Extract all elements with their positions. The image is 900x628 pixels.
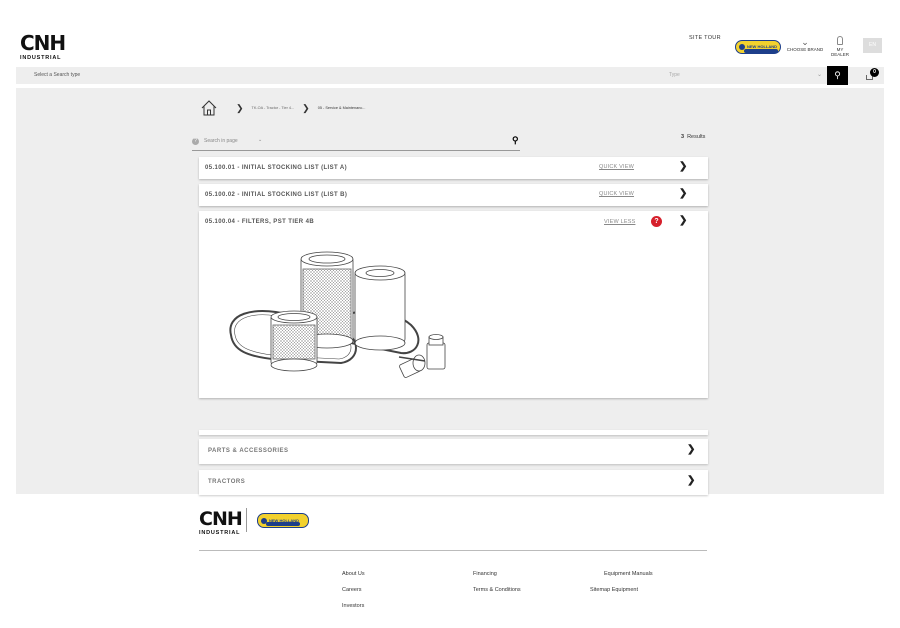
results-label: Results xyxy=(687,134,706,140)
chevron-down-icon[interactable]: ⌄ xyxy=(817,71,822,78)
site-header: CNH INDUSTRIAL SITE TOUR NEW HOLLAND ⌄ C… xyxy=(0,0,900,66)
breadcrumb-item[interactable]: TK-OA - Tractor - Tier 4... xyxy=(252,106,295,110)
footer-link-about-us[interactable]: About Us xyxy=(342,571,365,577)
chevron-right-icon[interactable]: ❯ xyxy=(679,215,687,226)
logo-text: CNH xyxy=(20,31,66,55)
view-less-link[interactable]: VIEW LESS xyxy=(604,219,635,225)
footer-logos: CNH INDUSTRIAL NEW HOLLAND xyxy=(199,508,309,537)
quick-view-link[interactable]: QUICK VIEW xyxy=(599,164,634,170)
site-tour-link[interactable]: SITE TOUR xyxy=(689,35,721,41)
cart-count-badge: 0 xyxy=(870,68,879,77)
section-divider xyxy=(199,430,708,435)
help-badge[interactable]: ? xyxy=(651,216,662,227)
quick-view-link[interactable]: QUICK VIEW xyxy=(599,191,634,197)
help-icon[interactable]: ? xyxy=(192,138,199,145)
list-item[interactable]: 05.100.01 - INITIAL STOCKING LIST (LIST … xyxy=(199,157,708,179)
breadcrumb-item-current[interactable]: 05 - Service & Maintenanc... xyxy=(318,106,366,110)
logo-divider xyxy=(246,508,247,532)
list-item[interactable]: 05.100.02 - INITIAL STOCKING LIST (LIST … xyxy=(199,184,708,206)
cnh-industrial-logo[interactable]: CNH INDUSTRIAL xyxy=(199,508,243,537)
home-icon[interactable] xyxy=(200,99,218,117)
choose-brand-label: CHOOSE BRAND xyxy=(786,47,824,52)
category-label: PARTS & ACCESSORIES xyxy=(208,448,289,454)
chevron-right-icon[interactable]: ❯ xyxy=(679,161,687,172)
search-button[interactable]: ⚲ xyxy=(827,66,848,85)
chevron-right-icon[interactable]: ❯ xyxy=(679,188,687,199)
item-title: 05.100.01 - INITIAL STOCKING LIST (LIST … xyxy=(205,165,348,171)
footer-link-investors[interactable]: Investors xyxy=(342,603,364,609)
chevron-right-icon: ❯ xyxy=(236,102,244,113)
footer-divider xyxy=(199,550,707,551)
chevron-right-icon[interactable]: ❯ xyxy=(687,475,695,486)
footer-link-careers[interactable]: Careers xyxy=(342,587,362,593)
footer-link-sitemap-equipment[interactable]: Sitemap Equipment xyxy=(590,587,638,593)
item-title: 05.100.02 - INITIAL STOCKING LIST (LIST … xyxy=(205,192,348,198)
search-type-placeholder[interactable]: Select a Search type xyxy=(34,72,80,78)
footer-link-terms[interactable]: Terms & Conditions xyxy=(473,587,521,593)
filters-product-image xyxy=(229,251,446,378)
chevron-down-icon[interactable]: ⌄ xyxy=(258,137,262,143)
new-holland-brand-badge[interactable]: NEW HOLLAND xyxy=(257,513,309,528)
my-dealer-label: MY DEALER xyxy=(830,47,849,57)
brand-badge-subbar xyxy=(744,49,778,53)
user-icon xyxy=(837,36,843,45)
logo-text: CNH xyxy=(199,508,243,530)
chevron-right-icon: ❯ xyxy=(302,102,310,113)
my-dealer-button[interactable]: MY DEALER xyxy=(828,36,852,57)
page-search-placeholder[interactable]: Search in page xyxy=(204,138,238,144)
global-search-bar[interactable]: Select a Search type Type ⌄ xyxy=(16,67,884,84)
breadcrumb: ❯ TK-OA - Tractor - Tier 4... ❯ 05 - Ser… xyxy=(200,98,365,118)
list-item-expanded[interactable]: 05.100.04 - FILTERS, PST TIER 4B VIEW LE… xyxy=(199,211,708,398)
page-search-input[interactable]: ? Search in page ⌄ ⚲ xyxy=(192,133,520,151)
category-label: TRACTORS xyxy=(208,479,246,485)
category-item[interactable]: PARTS & ACCESSORIES ❯ xyxy=(199,439,708,464)
category-item[interactable]: TRACTORS ❯ xyxy=(199,470,708,495)
chevron-right-icon[interactable]: ❯ xyxy=(687,444,695,455)
new-holland-brand-badge[interactable]: NEW HOLLAND xyxy=(735,40,781,54)
results-number: 3 xyxy=(681,134,685,140)
choose-brand-button[interactable]: ⌄ CHOOSE BRAND xyxy=(785,37,825,53)
cart-button[interactable]: 0 xyxy=(866,68,879,82)
cnh-industrial-logo[interactable]: CNH INDUSTRIAL xyxy=(20,31,68,61)
brand-badge-subbar xyxy=(266,522,300,526)
logo-subtext: INDUSTRIAL xyxy=(199,530,241,536)
footer-link-equipment-manuals[interactable]: Equipment Manuals xyxy=(604,571,653,577)
results-count: 3 Results xyxy=(681,134,705,140)
search-icon[interactable]: ⚲ xyxy=(512,135,519,146)
type-select[interactable]: Type xyxy=(669,72,680,78)
chevron-down-icon: ⌄ xyxy=(801,37,809,47)
footer-link-financing[interactable]: Financing xyxy=(473,571,497,577)
search-icon: ⚲ xyxy=(834,70,841,80)
item-title: 05.100.04 - FILTERS, PST TIER 4B xyxy=(205,219,315,225)
logo-subtext: INDUSTRIAL xyxy=(20,55,62,61)
language-selector[interactable]: EN xyxy=(863,38,882,53)
